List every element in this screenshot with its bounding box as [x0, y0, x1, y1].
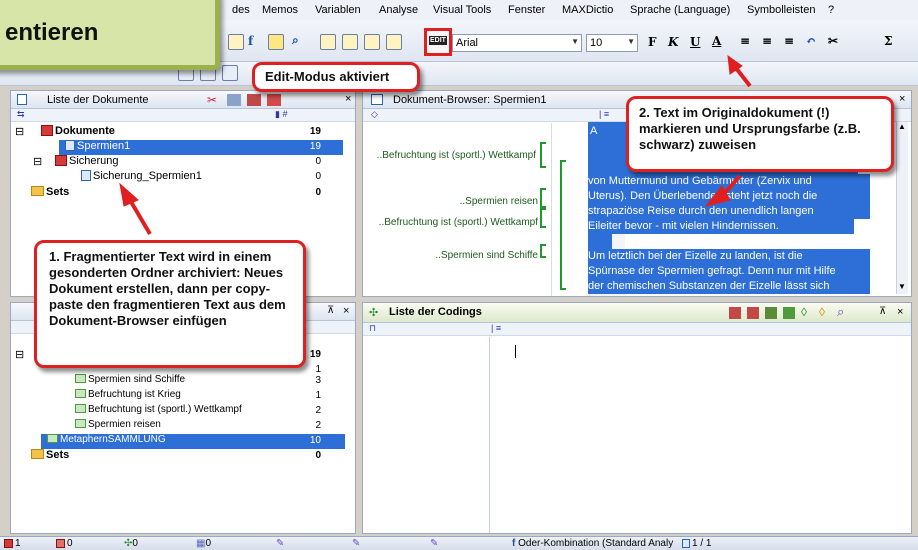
arrow-step-1-head — [119, 182, 139, 207]
arrow-font-color — [734, 66, 752, 88]
arrow-step-1 — [128, 198, 152, 236]
annotation-arrows — [119, 54, 752, 236]
